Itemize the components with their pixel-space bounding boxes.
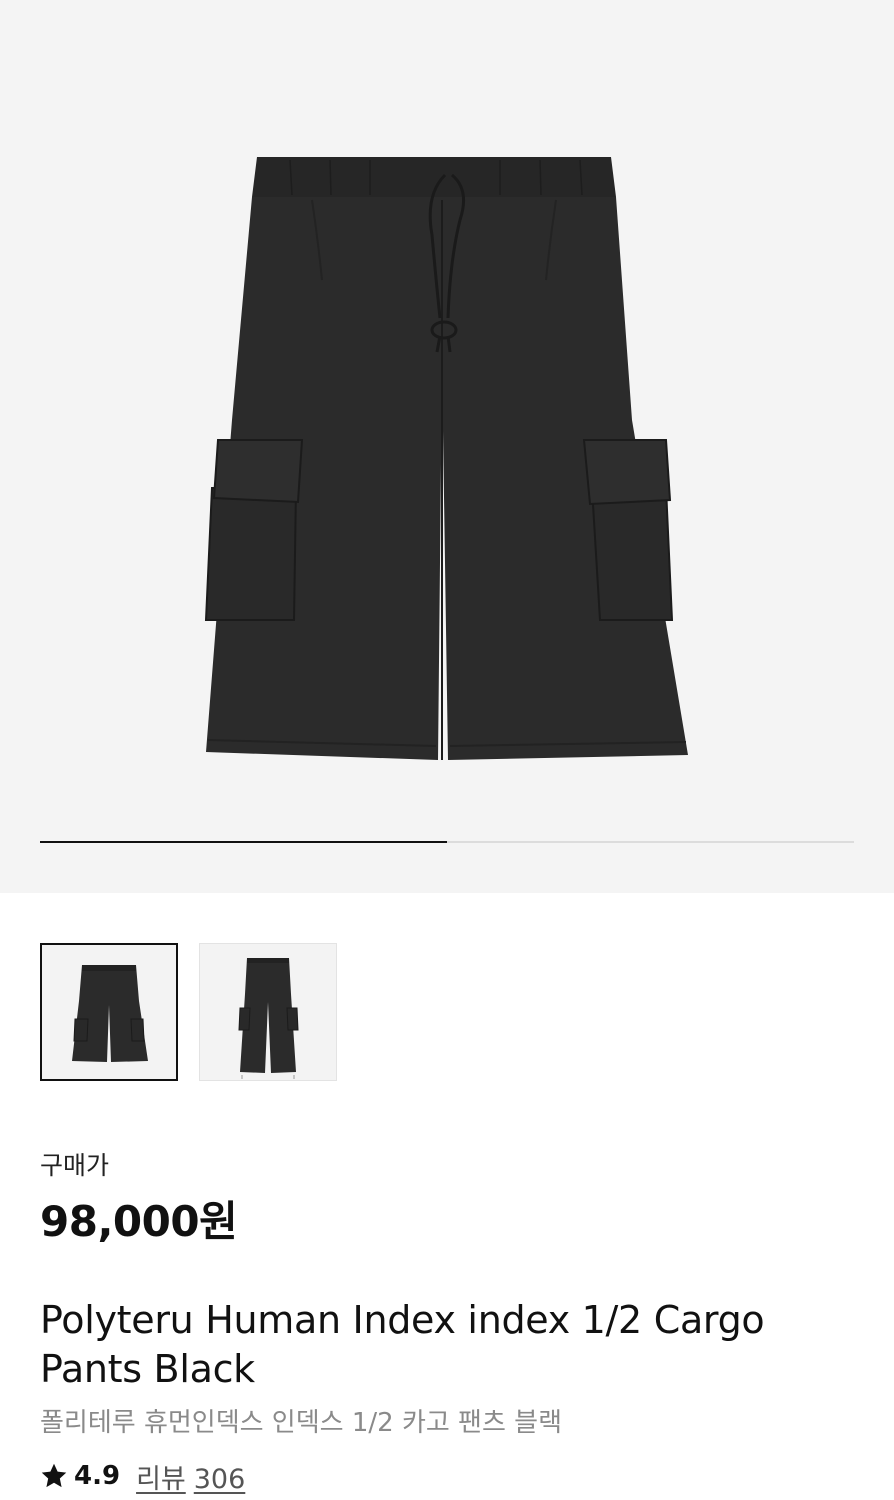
review-count: 306 — [193, 1463, 246, 1495]
gallery-progress-indicator — [40, 841, 447, 843]
thumbnail-cargo-pants[interactable] — [199, 943, 337, 1081]
gallery-progress-bar — [40, 841, 854, 843]
product-name: Polyteru Human Index index 1/2 Cargo Pan… — [40, 1298, 765, 1391]
price-label: 구매가 — [40, 1151, 110, 1180]
thumbnail-cargo-shorts[interactable] — [40, 943, 178, 1081]
cargo-pants-thumbnail — [200, 944, 336, 1080]
rating-row: 4.9 리뷰 306 — [40, 1456, 245, 1496]
cargo-shorts-photo[interactable] — [0, 0, 894, 820]
star-icon — [41, 1463, 67, 1488]
review-label: 리뷰 — [136, 1463, 186, 1495]
product-name-korean: 폴리테루 휴먼인덱스 인덱스 1/2 카고 팬츠 블랙 — [40, 1408, 562, 1438]
price-value: 98,000원 — [40, 1197, 238, 1246]
product-image-gallery[interactable] — [0, 0, 894, 893]
review-link[interactable]: 리뷰 306 — [136, 1457, 245, 1496]
cargo-shorts-thumbnail — [42, 945, 176, 1079]
rating-value: 4.9 — [74, 1461, 121, 1491]
